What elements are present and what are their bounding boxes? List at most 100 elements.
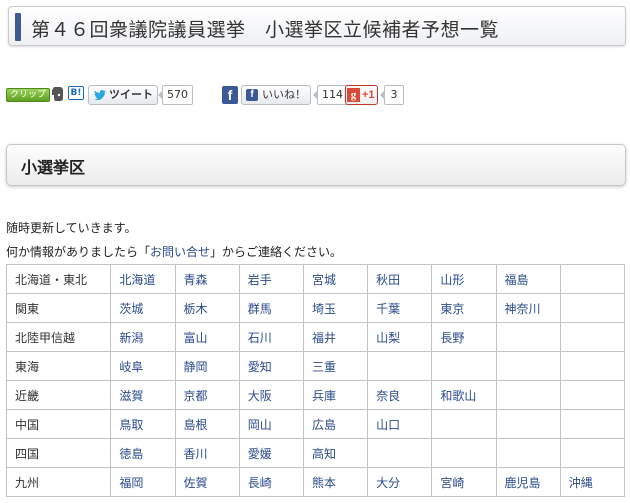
prefecture-link[interactable]: 岩手 — [238, 264, 304, 294]
contact-notice: 何か情報がありましたら「お問い合せ」からご連絡ください。 — [6, 243, 342, 260]
twitter-bird-icon — [94, 90, 106, 100]
table-row: 関東 茨城 栃木 群馬 埼玉 千葉 東京 神奈川 — [5, 293, 626, 323]
prefecture-link[interactable]: 埼玉 — [302, 293, 369, 323]
prefecture-link[interactable]: 富山 — [174, 322, 240, 352]
prefecture-link[interactable]: 長崎 — [238, 467, 304, 497]
section-header: 小選挙区 — [6, 144, 626, 186]
prefecture-link[interactable]: 宮崎 — [431, 467, 497, 497]
prefecture-link[interactable]: 兵庫 — [302, 380, 369, 410]
prefecture-link[interactable]: 島根 — [174, 409, 240, 439]
prefecture-link[interactable]: 青森 — [174, 264, 240, 294]
prefecture-link[interactable]: 徳島 — [110, 438, 176, 468]
empty-cell — [495, 409, 561, 439]
hatena-bookmark-button[interactable]: B! — [68, 86, 84, 100]
prefecture-link[interactable]: 滋賀 — [110, 380, 176, 410]
empty-cell — [559, 322, 626, 352]
prefecture-link[interactable]: 福島 — [495, 264, 561, 294]
empty-cell — [367, 438, 433, 468]
prefecture-link[interactable]: 神奈川 — [495, 293, 561, 323]
prefecture-link[interactable]: 三重 — [302, 351, 369, 381]
prefecture-link[interactable]: 宮城 — [302, 264, 369, 294]
prefecture-link[interactable]: 愛媛 — [238, 438, 304, 468]
region-label: 東海 — [5, 351, 112, 381]
empty-cell — [495, 322, 561, 352]
prefecture-link[interactable]: 高知 — [302, 438, 369, 468]
prefecture-link[interactable]: 愛知 — [238, 351, 304, 381]
contact-link[interactable]: お問い合せ — [150, 245, 210, 259]
like-label: いいね！ — [262, 88, 306, 101]
empty-cell — [559, 351, 626, 381]
prefecture-link[interactable]: 山梨 — [367, 322, 433, 352]
prefecture-link[interactable]: 佐賀 — [174, 467, 240, 497]
google-plus-icon: g — [347, 88, 360, 102]
prefecture-link[interactable]: 群馬 — [238, 293, 304, 323]
empty-cell — [559, 264, 626, 294]
region-label: 四国 — [5, 438, 112, 468]
prefecture-link[interactable]: 長野 — [431, 322, 497, 352]
tweet-count: 570 — [158, 85, 193, 105]
facebook-like-icon: f — [246, 89, 258, 101]
empty-cell — [559, 409, 626, 439]
table-row: 北海道・東北 北海道 青森 岩手 宮城 秋田 山形 福島 — [5, 264, 626, 294]
prefecture-link[interactable]: 和歌山 — [431, 380, 497, 410]
prefecture-link[interactable]: 静岡 — [174, 351, 240, 381]
prefecture-link[interactable]: 山口 — [367, 409, 433, 439]
region-label: 九州 — [5, 467, 112, 497]
prefecture-link[interactable]: 奈良 — [367, 380, 433, 410]
empty-cell — [559, 438, 626, 468]
table-row: 四国 徳島 香川 愛媛 高知 — [5, 438, 626, 468]
google-plus-button[interactable]: g +1 — [345, 85, 378, 105]
region-label: 北陸甲信越 — [5, 322, 112, 352]
table-row: 近畿 滋賀 京都 大阪 兵庫 奈良 和歌山 — [5, 380, 626, 410]
empty-cell — [367, 351, 433, 381]
contact-notice-prefix: 何か情報がありましたら「 — [6, 245, 151, 259]
prefecture-link[interactable]: 香川 — [174, 438, 240, 468]
prefecture-link[interactable]: 岐阜 — [110, 351, 176, 381]
prefecture-link[interactable]: 山形 — [431, 264, 497, 294]
prefecture-link[interactable]: 鳥取 — [110, 409, 176, 439]
evernote-icon[interactable] — [51, 86, 64, 102]
prefecture-link[interactable]: 東京 — [431, 293, 497, 323]
empty-cell — [559, 293, 626, 323]
empty-cell — [495, 351, 561, 381]
section-heading: 小選挙区 — [21, 158, 86, 177]
region-label: 中国 — [5, 409, 112, 439]
region-label: 近畿 — [5, 380, 112, 410]
prefecture-link[interactable]: 栃木 — [174, 293, 240, 323]
prefecture-link[interactable]: 新潟 — [110, 322, 176, 352]
prefecture-link[interactable]: 千葉 — [367, 293, 433, 323]
prefecture-link[interactable]: 秋田 — [367, 264, 433, 294]
prefecture-link[interactable]: 岡山 — [238, 409, 304, 439]
prefecture-link[interactable]: 熊本 — [302, 467, 369, 497]
prefecture-link[interactable]: 北海道 — [110, 264, 176, 294]
clip-button[interactable]: クリップ — [6, 88, 51, 102]
tweet-button[interactable]: ツイート — [88, 85, 158, 105]
prefecture-link[interactable]: 大分 — [367, 467, 433, 497]
facebook-like-button[interactable]: f いいね！ — [241, 85, 311, 105]
table-row: 九州 福岡 佐賀 長崎 熊本 大分 宮崎 鹿児島 沖縄 — [5, 467, 626, 497]
prefecture-link[interactable]: 大阪 — [238, 380, 304, 410]
table-row: 中国 鳥取 島根 岡山 広島 山口 — [5, 409, 626, 439]
google-plus-label: +1 — [362, 89, 375, 101]
prefecture-link[interactable]: 福井 — [302, 322, 369, 352]
prefecture-link[interactable]: 鹿児島 — [495, 467, 561, 497]
page-title: 第４６回衆議院議員選挙 小選挙区立候補者予想一覧 — [31, 19, 500, 41]
table-row: 北陸甲信越 新潟 富山 石川 福井 山梨 長野 — [5, 322, 626, 352]
tweet-label: ツイート — [109, 88, 153, 101]
empty-cell — [495, 438, 561, 468]
region-label: 北海道・東北 — [5, 264, 112, 294]
prefecture-table: 北海道・東北 北海道 青森 岩手 宮城 秋田 山形 福島 関東 茨城 栃木 群馬 埼玉 千葉 東京 神奈川 北陸… — [5, 264, 626, 497]
prefecture-link[interactable]: 京都 — [174, 380, 240, 410]
prefecture-link[interactable]: 沖縄 — [559, 467, 626, 497]
update-notice: 随時更新していきます。 — [6, 221, 137, 235]
like-count: 114 — [313, 85, 348, 105]
empty-cell — [431, 409, 497, 439]
facebook-icon[interactable]: f — [222, 86, 238, 104]
prefecture-link[interactable]: 茨城 — [110, 293, 176, 323]
empty-cell — [495, 380, 561, 410]
prefecture-link[interactable]: 広島 — [302, 409, 369, 439]
prefecture-link[interactable]: 福岡 — [110, 467, 176, 497]
prefecture-link[interactable]: 石川 — [238, 322, 304, 352]
google-plus-count: 3 — [380, 85, 404, 105]
empty-cell — [431, 351, 497, 381]
